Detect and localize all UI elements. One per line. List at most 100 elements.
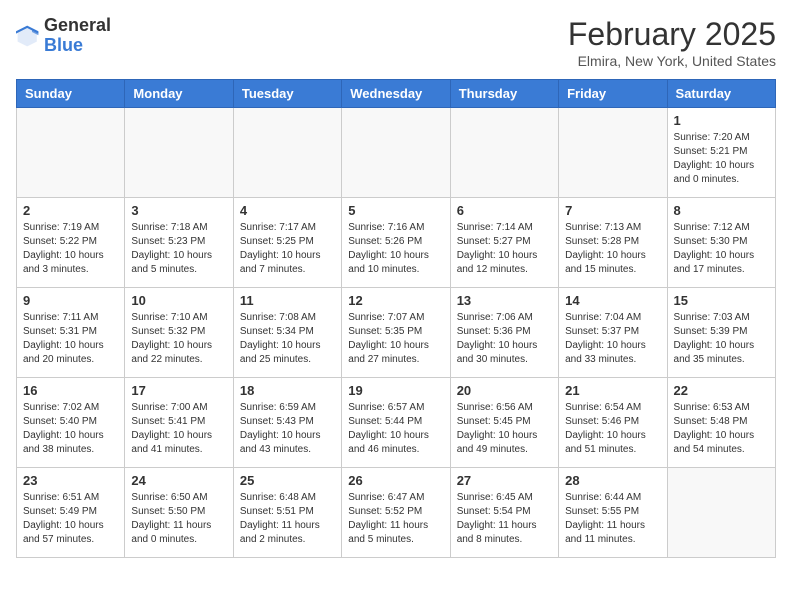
day-info: Sunrise: 6:59 AM Sunset: 5:43 PM Dayligh… xyxy=(240,401,335,457)
day-info: Sunrise: 7:18 AM Sunset: 5:23 PM Dayligh… xyxy=(131,221,226,277)
calendar-cell: 23 Sunrise: 6:51 AM Sunset: 5:49 PM Dayli… xyxy=(17,468,125,558)
calendar-cell xyxy=(667,468,775,558)
day-number: 26 xyxy=(348,473,443,488)
day-number: 5 xyxy=(348,203,443,218)
day-info: Sunrise: 6:44 AM Sunset: 5:55 PM Dayligh… xyxy=(565,491,660,547)
calendar-cell xyxy=(233,108,341,198)
calendar-cell xyxy=(17,108,125,198)
day-number: 3 xyxy=(131,203,226,218)
calendar-title: February 2025 xyxy=(568,16,776,53)
day-number: 15 xyxy=(674,293,769,308)
week-row-3: 9 Sunrise: 7:11 AM Sunset: 5:31 PM Daylig… xyxy=(17,288,776,378)
day-number: 22 xyxy=(674,383,769,398)
logo-text: General Blue xyxy=(44,16,111,56)
title-block: February 2025 Elmira, New York, United S… xyxy=(568,16,776,69)
day-info: Sunrise: 7:10 AM Sunset: 5:32 PM Dayligh… xyxy=(131,311,226,367)
calendar-cell: 26 Sunrise: 6:47 AM Sunset: 5:52 PM Dayli… xyxy=(342,468,450,558)
day-number: 28 xyxy=(565,473,660,488)
week-row-5: 23 Sunrise: 6:51 AM Sunset: 5:49 PM Dayli… xyxy=(17,468,776,558)
week-row-1: 1 Sunrise: 7:20 AM Sunset: 5:21 PM Daylig… xyxy=(17,108,776,198)
day-info: Sunrise: 6:57 AM Sunset: 5:44 PM Dayligh… xyxy=(348,401,443,457)
calendar-cell: 25 Sunrise: 6:48 AM Sunset: 5:51 PM Dayli… xyxy=(233,468,341,558)
calendar-cell: 17 Sunrise: 7:00 AM Sunset: 5:41 PM Dayli… xyxy=(125,378,233,468)
calendar-cell: 12Sunrise: 7:07 AM Sunset: 5:35 PM Dayli… xyxy=(342,288,450,378)
day-number: 20 xyxy=(457,383,552,398)
calendar-cell: 10 Sunrise: 7:10 AM Sunset: 5:32 PM Dayli… xyxy=(125,288,233,378)
week-row-2: 2 Sunrise: 7:19 AM Sunset: 5:22 PM Daylig… xyxy=(17,198,776,288)
day-number: 19 xyxy=(348,383,443,398)
calendar-cell: 27 Sunrise: 6:45 AM Sunset: 5:54 PM Dayli… xyxy=(450,468,558,558)
day-info: Sunrise: 7:07 AM Sunset: 5:35 PM Dayligh… xyxy=(348,311,443,367)
calendar-cell: 2 Sunrise: 7:19 AM Sunset: 5:22 PM Daylig… xyxy=(17,198,125,288)
day-number: 21 xyxy=(565,383,660,398)
day-number: 16 xyxy=(23,383,118,398)
day-info: Sunrise: 6:45 AM Sunset: 5:54 PM Dayligh… xyxy=(457,491,552,547)
day-info: Sunrise: 7:00 AM Sunset: 5:41 PM Dayligh… xyxy=(131,401,226,457)
day-number: 11 xyxy=(240,293,335,308)
day-number: 7 xyxy=(565,203,660,218)
calendar-cell xyxy=(559,108,667,198)
day-info: Sunrise: 6:53 AM Sunset: 5:48 PM Dayligh… xyxy=(674,401,769,457)
day-info: Sunrise: 6:54 AM Sunset: 5:46 PM Dayligh… xyxy=(565,401,660,457)
calendar-cell: 18 Sunrise: 6:59 AM Sunset: 5:43 PM Dayli… xyxy=(233,378,341,468)
day-number: 6 xyxy=(457,203,552,218)
day-info: Sunrise: 7:06 AM Sunset: 5:36 PM Dayligh… xyxy=(457,311,552,367)
calendar-cell: 22 Sunrise: 6:53 AM Sunset: 5:48 PM Dayli… xyxy=(667,378,775,468)
day-info: Sunrise: 6:51 AM Sunset: 5:49 PM Dayligh… xyxy=(23,491,118,547)
calendar-cell: 11Sunrise: 7:08 AM Sunset: 5:34 PM Dayli… xyxy=(233,288,341,378)
calendar-cell xyxy=(125,108,233,198)
calendar-cell: 7Sunrise: 7:13 AM Sunset: 5:28 PM Daylig… xyxy=(559,198,667,288)
day-number: 25 xyxy=(240,473,335,488)
calendar-cell: 28 Sunrise: 6:44 AM Sunset: 5:55 PM Dayli… xyxy=(559,468,667,558)
calendar-cell: 19 Sunrise: 6:57 AM Sunset: 5:44 PM Dayli… xyxy=(342,378,450,468)
day-info: Sunrise: 7:11 AM Sunset: 5:31 PM Dayligh… xyxy=(23,311,118,367)
weekday-header-thursday: Thursday xyxy=(450,80,558,108)
day-info: Sunrise: 7:17 AM Sunset: 5:25 PM Dayligh… xyxy=(240,221,335,277)
weekday-header-saturday: Saturday xyxy=(667,80,775,108)
calendar-cell: 4 Sunrise: 7:17 AM Sunset: 5:25 PM Daylig… xyxy=(233,198,341,288)
week-row-4: 16Sunrise: 7:02 AM Sunset: 5:40 PM Dayli… xyxy=(17,378,776,468)
calendar-cell: 15 Sunrise: 7:03 AM Sunset: 5:39 PM Dayli… xyxy=(667,288,775,378)
day-number: 9 xyxy=(23,293,118,308)
day-number: 23 xyxy=(23,473,118,488)
day-info: Sunrise: 7:03 AM Sunset: 5:39 PM Dayligh… xyxy=(674,311,769,367)
calendar-cell: 13Sunrise: 7:06 AM Sunset: 5:36 PM Dayli… xyxy=(450,288,558,378)
calendar-cell: 14Sunrise: 7:04 AM Sunset: 5:37 PM Dayli… xyxy=(559,288,667,378)
weekday-header-row: SundayMondayTuesdayWednesdayThursdayFrid… xyxy=(17,80,776,108)
day-number: 17 xyxy=(131,383,226,398)
weekday-header-monday: Monday xyxy=(125,80,233,108)
day-number: 1 xyxy=(674,113,769,128)
day-info: Sunrise: 6:48 AM Sunset: 5:51 PM Dayligh… xyxy=(240,491,335,547)
logo: General Blue xyxy=(16,16,111,56)
calendar-cell: 6 Sunrise: 7:14 AM Sunset: 5:27 PM Daylig… xyxy=(450,198,558,288)
day-info: Sunrise: 7:12 AM Sunset: 5:30 PM Dayligh… xyxy=(674,221,769,277)
calendar-cell: 9 Sunrise: 7:11 AM Sunset: 5:31 PM Daylig… xyxy=(17,288,125,378)
weekday-header-sunday: Sunday xyxy=(17,80,125,108)
day-number: 2 xyxy=(23,203,118,218)
day-info: Sunrise: 7:14 AM Sunset: 5:27 PM Dayligh… xyxy=(457,221,552,277)
day-info: Sunrise: 6:50 AM Sunset: 5:50 PM Dayligh… xyxy=(131,491,226,547)
calendar-cell xyxy=(450,108,558,198)
calendar-cell: 16Sunrise: 7:02 AM Sunset: 5:40 PM Dayli… xyxy=(17,378,125,468)
day-number: 27 xyxy=(457,473,552,488)
day-number: 10 xyxy=(131,293,226,308)
day-info: Sunrise: 7:19 AM Sunset: 5:22 PM Dayligh… xyxy=(23,221,118,277)
calendar-table: SundayMondayTuesdayWednesdayThursdayFrid… xyxy=(16,79,776,558)
day-number: 4 xyxy=(240,203,335,218)
day-info: Sunrise: 6:47 AM Sunset: 5:52 PM Dayligh… xyxy=(348,491,443,547)
day-number: 18 xyxy=(240,383,335,398)
calendar-cell: 20 Sunrise: 6:56 AM Sunset: 5:45 PM Dayli… xyxy=(450,378,558,468)
logo-icon xyxy=(16,24,40,48)
day-info: Sunrise: 7:20 AM Sunset: 5:21 PM Dayligh… xyxy=(674,131,769,187)
calendar-cell: 8Sunrise: 7:12 AM Sunset: 5:30 PM Daylig… xyxy=(667,198,775,288)
day-info: Sunrise: 6:56 AM Sunset: 5:45 PM Dayligh… xyxy=(457,401,552,457)
day-number: 24 xyxy=(131,473,226,488)
calendar-cell: 5Sunrise: 7:16 AM Sunset: 5:26 PM Daylig… xyxy=(342,198,450,288)
weekday-header-friday: Friday xyxy=(559,80,667,108)
calendar-cell: 21 Sunrise: 6:54 AM Sunset: 5:46 PM Dayli… xyxy=(559,378,667,468)
day-number: 14 xyxy=(565,293,660,308)
weekday-header-tuesday: Tuesday xyxy=(233,80,341,108)
weekday-header-wednesday: Wednesday xyxy=(342,80,450,108)
calendar-cell: 3 Sunrise: 7:18 AM Sunset: 5:23 PM Daylig… xyxy=(125,198,233,288)
calendar-cell: 1 Sunrise: 7:20 AM Sunset: 5:21 PM Daylig… xyxy=(667,108,775,198)
